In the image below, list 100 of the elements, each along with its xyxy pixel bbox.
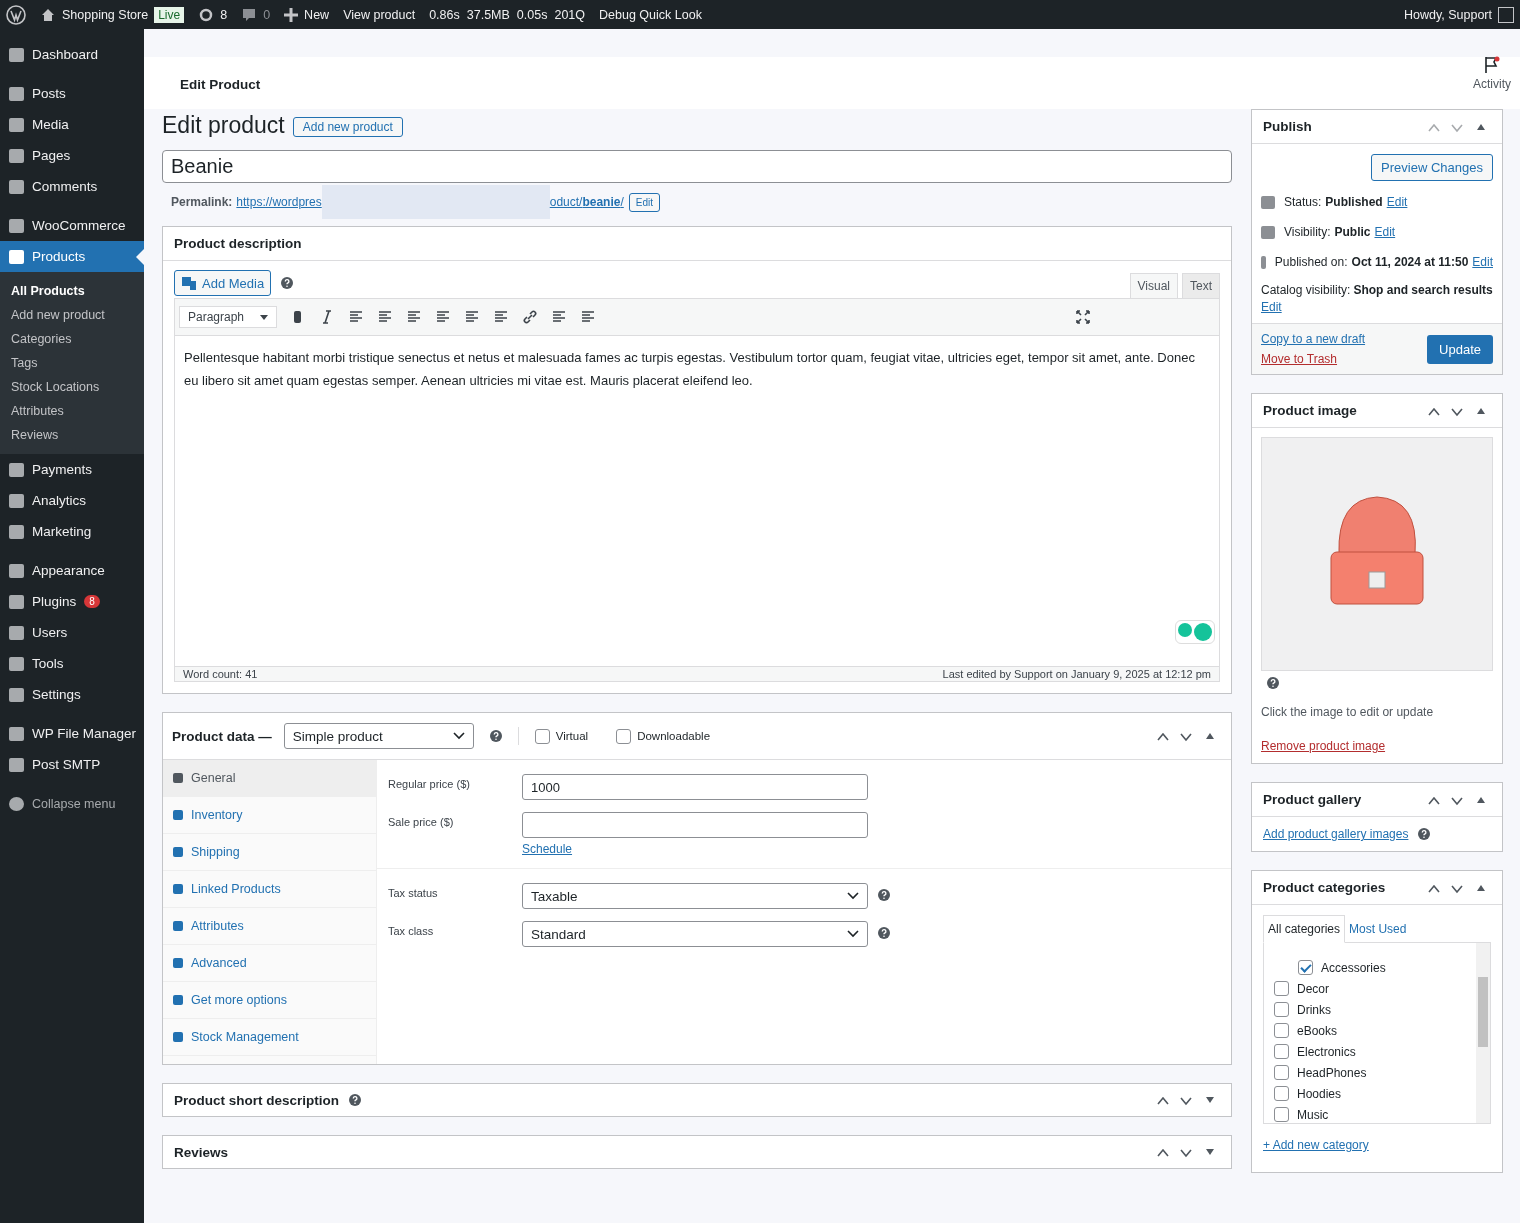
sidebar-item[interactable]: WooCommerce bbox=[0, 210, 144, 241]
sidebar-item[interactable]: Plugins 8 bbox=[0, 586, 144, 617]
add-category-link[interactable]: + Add new category bbox=[1263, 1138, 1369, 1152]
submenu-item[interactable]: Stock Locations bbox=[0, 375, 144, 399]
performance-metric[interactable]: 37.5MB bbox=[466, 7, 510, 22]
help-icon[interactable] bbox=[349, 1094, 361, 1106]
edit-link[interactable]: Edit bbox=[1472, 255, 1493, 269]
updates-icon[interactable] bbox=[198, 6, 215, 23]
product-data-tab[interactable]: General bbox=[163, 760, 376, 797]
submenu-item[interactable]: Add new product bbox=[0, 303, 144, 327]
checkbox[interactable] bbox=[1274, 1023, 1289, 1038]
help-icon[interactable] bbox=[1418, 828, 1431, 840]
sidebar-item[interactable]: Media bbox=[0, 109, 144, 140]
edit-link[interactable]: Edit bbox=[1261, 299, 1493, 316]
category-tab[interactable]: All categories bbox=[1263, 915, 1346, 943]
sidebar-item[interactable]: Analytics bbox=[0, 485, 144, 516]
debug-link[interactable]: Debug Quick Look bbox=[599, 7, 702, 22]
link-icon[interactable] bbox=[522, 309, 538, 325]
product-data-tab[interactable]: Attributes bbox=[163, 908, 376, 945]
select-field[interactable]: Standard bbox=[522, 921, 868, 947]
performance-metric[interactable]: 0.86s bbox=[429, 7, 460, 22]
toolbar-icon[interactable] bbox=[580, 309, 596, 325]
sidebar-item[interactable]: WP File Manager bbox=[0, 718, 144, 749]
description-text[interactable]: Pellentesque habitant morbi tristique senectus et netus et malesuada fames ac turpis egestas. Vestibulum tortor quam, feugiat vitae, ultricies eget, tempor sit amet, ante. Donec eu libero sit amet quam egestas semper. Aenean ultricies mi vitae est. Mauris placerat eleifend leo. bbox=[184, 346, 1210, 392]
account-link[interactable]: Howdy, Support bbox=[1404, 7, 1492, 22]
category-tab[interactable]: Most Used bbox=[1345, 916, 1411, 942]
wordpress-logo-icon[interactable] bbox=[6, 4, 26, 25]
view-product-link[interactable]: View product bbox=[343, 7, 416, 22]
price-field[interactable]: 1000 bbox=[522, 774, 868, 800]
product-data-tab[interactable]: Stock Management bbox=[163, 1019, 376, 1056]
sidebar-item[interactable]: Marketing bbox=[0, 516, 144, 547]
add-gallery-link[interactable]: Add product gallery images bbox=[1263, 827, 1409, 841]
add-new-product-button[interactable]: Add new product bbox=[292, 117, 403, 137]
help-icon[interactable] bbox=[878, 889, 890, 901]
product-data-tab[interactable]: Shipping bbox=[163, 834, 376, 871]
sidebar-item[interactable]: Posts bbox=[0, 78, 144, 109]
avatar-icon[interactable] bbox=[1498, 6, 1514, 23]
performance-metric[interactable]: 201Q bbox=[554, 7, 586, 22]
toolbar-icon[interactable] bbox=[464, 309, 480, 325]
remove-image-link[interactable]: Remove product image bbox=[1261, 739, 1386, 753]
trash-link[interactable]: Move to Trash bbox=[1261, 352, 1366, 366]
scrollbar[interactable] bbox=[1476, 943, 1490, 1123]
sidebar-item[interactable]: Products bbox=[0, 241, 144, 272]
submenu-item[interactable]: Reviews bbox=[0, 423, 144, 447]
preview-changes-button[interactable]: Preview Changes bbox=[1371, 154, 1493, 181]
permalink-link[interactable]: https://wordpres bbox=[236, 195, 322, 209]
collapse-menu-button[interactable]: Collapse menu bbox=[0, 788, 144, 819]
sidebar-item[interactable]: Comments bbox=[0, 171, 144, 202]
permalink-link[interactable]: oduct/beanie/ bbox=[549, 195, 624, 209]
edit-link[interactable]: Edit bbox=[1374, 225, 1396, 239]
performance-metric[interactable]: 0.05s bbox=[516, 7, 548, 22]
checkbox[interactable] bbox=[534, 728, 550, 744]
product-data-tab[interactable]: Inventory bbox=[163, 797, 376, 834]
checkbox[interactable] bbox=[1274, 1044, 1289, 1059]
toolbar-icon[interactable] bbox=[377, 309, 393, 325]
checkbox[interactable] bbox=[1274, 981, 1289, 996]
price-field[interactable] bbox=[522, 812, 868, 838]
sidebar-item[interactable]: Settings bbox=[0, 679, 144, 710]
help-icon[interactable] bbox=[489, 730, 502, 742]
product-type-select[interactable]: Simple product bbox=[283, 723, 474, 749]
sidebar-item[interactable]: Payments bbox=[0, 454, 144, 485]
schedule-link[interactable]: Schedule bbox=[522, 842, 573, 856]
new-link[interactable]: New bbox=[304, 7, 330, 22]
copy-draft-link[interactable]: Copy to a new draft bbox=[1261, 332, 1366, 346]
submenu-item[interactable]: Tags bbox=[0, 351, 144, 375]
editor-tab[interactable]: Text bbox=[1182, 273, 1220, 298]
toolbar-icon[interactable] bbox=[493, 309, 509, 325]
edit-link[interactable]: Edit bbox=[1386, 195, 1408, 209]
checkbox[interactable] bbox=[1274, 1002, 1289, 1017]
checkbox[interactable] bbox=[1274, 1086, 1289, 1101]
title-field[interactable]: Beanie bbox=[162, 150, 1232, 183]
update-button[interactable]: Update bbox=[1427, 334, 1493, 364]
comment-icon[interactable] bbox=[241, 6, 258, 23]
toolbar-icon[interactable] bbox=[551, 309, 567, 325]
checkbox[interactable] bbox=[1298, 960, 1313, 975]
sidebar-item[interactable]: Dashboard bbox=[0, 39, 144, 70]
checkbox[interactable] bbox=[616, 728, 632, 744]
sidebar-item[interactable]: Tools bbox=[0, 648, 144, 679]
help-icon[interactable] bbox=[1267, 677, 1279, 689]
select-field[interactable]: Taxable bbox=[522, 883, 868, 909]
toolbar-icon[interactable] bbox=[348, 309, 364, 325]
submenu-item[interactable]: All Products bbox=[0, 279, 144, 303]
submenu-item[interactable]: Attributes bbox=[0, 399, 144, 423]
product-data-tab[interactable]: Linked Products bbox=[163, 871, 376, 908]
sidebar-item[interactable]: Pages bbox=[0, 140, 144, 171]
sidebar-item[interactable]: Appearance bbox=[0, 555, 144, 586]
sidebar-item[interactable]: Post SMTP bbox=[0, 749, 144, 780]
product-data-tab[interactable]: Get more options bbox=[163, 982, 376, 1019]
add-media-button[interactable]: Add Media bbox=[174, 270, 272, 296]
checkbox[interactable] bbox=[1274, 1107, 1289, 1122]
sidebar-item[interactable]: Users bbox=[0, 617, 144, 648]
toolbar-icon[interactable] bbox=[406, 309, 422, 325]
checkbox[interactable] bbox=[1274, 1065, 1289, 1080]
toolbar-icon[interactable] bbox=[435, 309, 451, 325]
format-dropdown[interactable]: Paragraph bbox=[179, 306, 277, 328]
help-icon[interactable] bbox=[281, 277, 294, 289]
submenu-item[interactable]: Categories bbox=[0, 327, 144, 351]
edit-permalink-button[interactable]: Edit bbox=[628, 192, 661, 212]
editor-tab[interactable]: Visual bbox=[1129, 273, 1178, 298]
activity-button[interactable]: Activity bbox=[1473, 55, 1511, 91]
